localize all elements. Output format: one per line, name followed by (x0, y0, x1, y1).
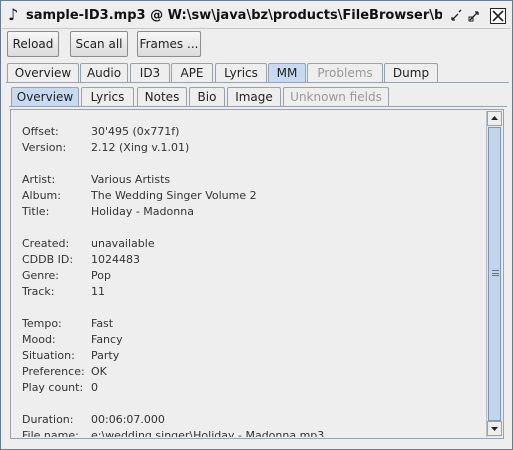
field-label: Artist: (22, 173, 56, 186)
field-label: Duration: (22, 413, 74, 426)
grip-icon (492, 270, 499, 276)
close-button[interactable] (490, 8, 506, 24)
reload-button[interactable]: Reload (7, 31, 59, 57)
field-label: Situation: (22, 349, 75, 362)
scroll-up-button[interactable] (487, 111, 502, 126)
field-label: Created: (22, 237, 70, 250)
field-label: Version: (22, 141, 67, 154)
tab-mm[interactable]: MM (268, 63, 306, 82)
close-icon (492, 10, 504, 22)
field-label: Album: (22, 189, 61, 202)
field-value: unavailable (91, 237, 155, 250)
frames-button[interactable]: Frames ... (137, 31, 201, 57)
field-value: Various Artists (91, 173, 171, 186)
field-label: Tempo: (22, 317, 62, 330)
field-label: Track: (22, 285, 55, 298)
arrow-down-icon (491, 427, 498, 431)
field-value: 00:06:07.000 (91, 413, 165, 426)
tab-overview[interactable]: Overview (7, 63, 79, 82)
subtab-notes[interactable]: Notes (137, 87, 187, 106)
tab-audio[interactable]: Audio (80, 63, 128, 82)
scroll-down-button[interactable] (487, 421, 502, 436)
tab-dump[interactable]: Dump (384, 63, 438, 82)
field-label: Preference: (22, 365, 85, 378)
tab-problems: Problems (307, 63, 383, 82)
vertical-scrollbar[interactable] (486, 111, 502, 437)
field-label: Play count: (22, 381, 84, 394)
subtab-divider (9, 106, 507, 107)
scroll-thumb[interactable] (488, 127, 501, 421)
scan-all-button[interactable]: Scan all (70, 31, 128, 57)
maximize-button[interactable] (466, 8, 482, 24)
field-label: Genre: (22, 269, 60, 282)
field-value: The Wedding Singer Volume 2 (91, 189, 257, 202)
music-note-icon: ♪ (8, 5, 19, 24)
maximize-icon (468, 11, 479, 22)
title-bar[interactable]: ♪ sample-ID3.mp3 @ W:\sw\java\bz\product… (2, 2, 511, 29)
minimize-button[interactable] (448, 8, 464, 24)
field-label: Offset: (22, 125, 59, 138)
file-info-window: ♪ sample-ID3.mp3 @ W:\sw\java\bz\product… (0, 0, 513, 450)
field-value: Fancy (91, 333, 123, 346)
subtab-bio[interactable]: Bio (189, 87, 225, 106)
field-label: CDDB ID: (22, 253, 74, 266)
field-label: Title: (22, 205, 50, 218)
field-value: Holiday - Madonna (91, 205, 194, 218)
field-value: 2.12 (Xing v.1.01) (91, 141, 190, 154)
tab-divider (6, 82, 509, 83)
field-value: 0 (91, 381, 98, 394)
field-value: e:\wedding singer\Holiday - Madonna.mp3 (91, 429, 325, 437)
arrow-up-icon (491, 116, 498, 120)
field-value: 11 (91, 285, 105, 298)
subtab-overview[interactable]: Overview (11, 87, 79, 106)
subtab-image[interactable]: Image (227, 87, 281, 106)
details-panel: Offset: 30'495 (0x771f) Version: 2.12 (X… (10, 109, 504, 439)
field-value: Party (91, 349, 120, 362)
tab-lyrics[interactable]: Lyrics (215, 63, 267, 82)
subtab-lyrics[interactable]: Lyrics (81, 87, 134, 106)
field-value: Fast (91, 317, 114, 330)
field-value: 1024483 (91, 253, 140, 266)
minimize-icon (451, 9, 462, 21)
field-label: File name: (22, 429, 79, 437)
field-value: OK (91, 365, 107, 378)
details-content: Offset: 30'495 (0x771f) Version: 2.12 (X… (12, 111, 486, 437)
field-value: 30'495 (0x771f) (91, 125, 180, 138)
tab-id3[interactable]: ID3 (130, 63, 170, 82)
tab-ape[interactable]: APE (171, 63, 213, 82)
field-value: Pop (91, 269, 111, 282)
field-label: Mood: (22, 333, 56, 346)
window-title: sample-ID3.mp3 @ W:\sw\java\bz\products\… (26, 8, 442, 23)
subtab-unknown-fields: Unknown fields (283, 87, 389, 106)
